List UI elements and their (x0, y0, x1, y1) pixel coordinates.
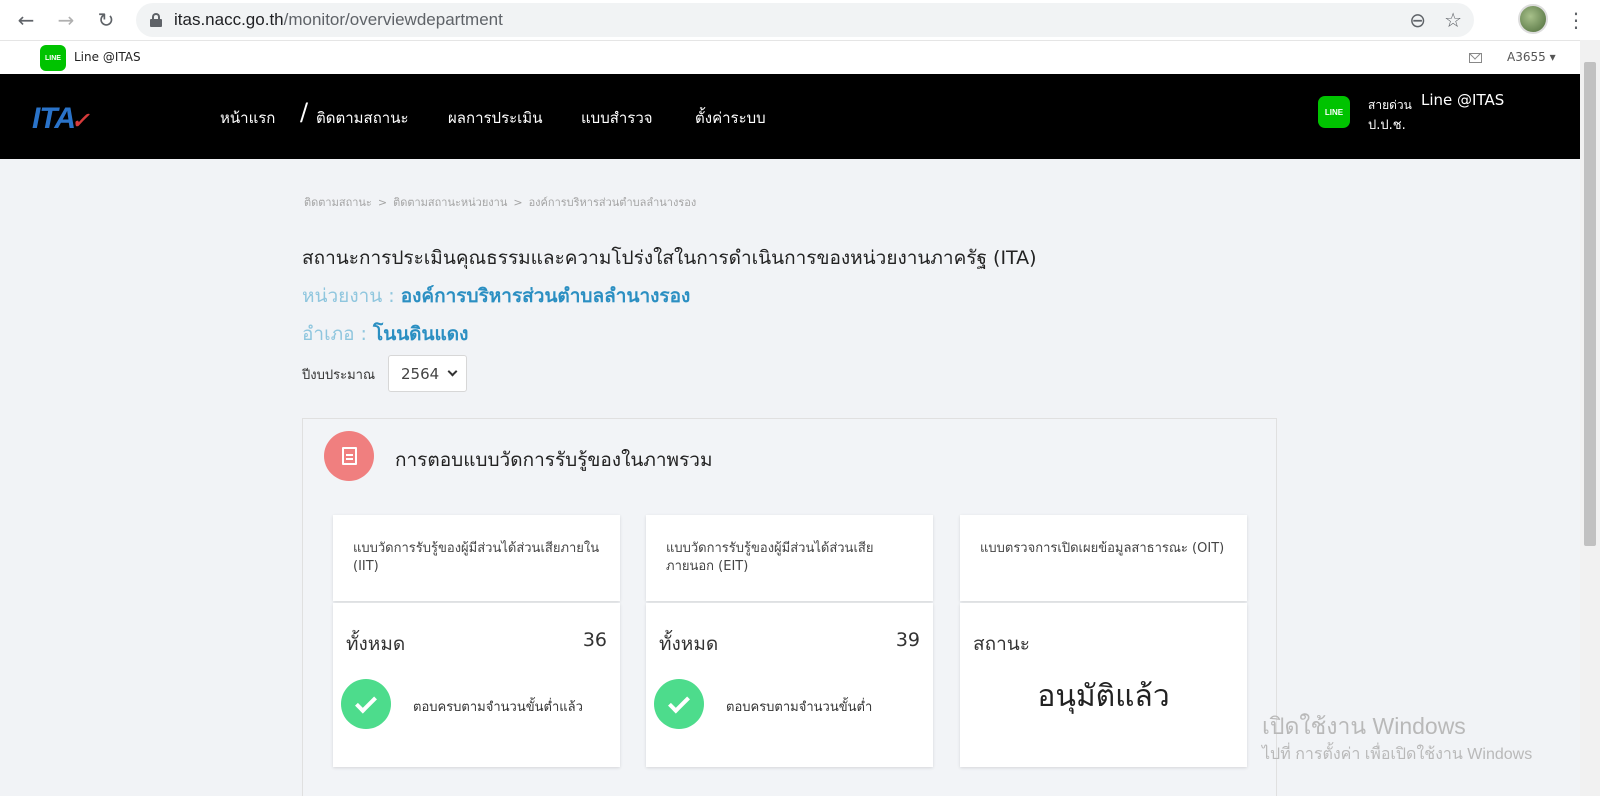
iit-card-body[interactable]: ทั้งหมด 36 ตอบครบตามจำนวนขั้นต่ำแล้ว (333, 603, 620, 767)
chevron-down-icon (447, 366, 458, 377)
district-value: โนนดินแดง (373, 323, 469, 345)
eit-status-text: ตอบครบตามจำนวนขั้นต่ำ (726, 700, 873, 715)
iit-card-title: แบบวัดการรับรู้ของผู้มีส่วนได้ส่วนเสียภา… (333, 515, 620, 601)
top-strip: LINE Line @ITAS A3655 ▾ (0, 40, 1580, 74)
eit-total-count: 39 (895, 629, 920, 651)
document-icon (324, 431, 374, 481)
reload-button[interactable]: ↻ (86, 0, 126, 40)
oit-card-title: แบบตรวจการเปิดเผยข้อมูลสาธารณะ (OIT) (960, 515, 1247, 601)
page-scrollbar[interactable] (1580, 40, 1600, 796)
oit-status-value: อนุมัติแล้ว (1037, 679, 1170, 714)
eit-card-body[interactable]: ทั้งหมด 39 ตอบครบตามจำนวนขั้นต่ำ (646, 603, 933, 767)
check-circle-icon (341, 679, 391, 729)
check-logo-icon: ✓ (71, 108, 89, 133)
address-bar[interactable]: itas.nacc.go.th/monitor/overviewdepartme… (136, 3, 1474, 37)
hotline-line-id[interactable]: Line @ITAS (1421, 91, 1504, 109)
year-label: ปีงบประมาณ (302, 368, 375, 383)
ita-logo[interactable]: ITA✓ (32, 102, 90, 136)
breadcrumb-item: องค์การบริหารส่วนตำบลลำนางรอง (528, 196, 697, 209)
iit-total-count: 36 (582, 629, 607, 651)
iit-total-label: ทั้งหมด (346, 633, 406, 655)
year-select[interactable]: 2564 (388, 355, 467, 392)
agency-row: หน่วยงาน : องค์การบริหารส่วนตำบลลำนางรอง (302, 281, 690, 311)
arrow-left-icon: ← (17, 8, 35, 32)
browser-toolbar: ← → ↻ itas.nacc.go.th/monitor/overviewde… (0, 0, 1600, 40)
nav-item-results[interactable]: ผลการประเมิน (448, 106, 542, 130)
windows-activation-title: เปิดใช้งาน Windows (1262, 713, 1466, 739)
nav-slash: / (300, 98, 309, 126)
breadcrumb: ติดตามสถานะ > ติดตามสถานะหน่วยงาน > องค์การบ… (304, 196, 697, 209)
line-label[interactable]: Line @ITAS (74, 50, 141, 64)
breadcrumb-item[interactable]: ติดตามสถานะหน่วยงาน (393, 196, 507, 209)
star-icon[interactable]: ☆ (1444, 8, 1462, 32)
line-hotline-icon[interactable]: LINE (1318, 96, 1350, 128)
eit-card-title: แบบวัดการรับรู้ของผู้มีส่วนได้ส่วนเสียภา… (646, 515, 933, 601)
agency-label: หน่วยงาน : (302, 285, 401, 307)
iit-status-text: ตอบครบตามจำนวนขั้นต่ำแล้ว (413, 700, 583, 715)
forward-button[interactable]: → (46, 0, 86, 40)
line-logo-icon[interactable]: LINE (40, 45, 66, 71)
panel-title: การตอบแบบวัดการรับรู้ของในภาพรวม (395, 449, 713, 471)
oit-card-body[interactable]: สถานะ อนุมัติแล้ว (960, 603, 1247, 767)
hotline-label: สายด่วน (1368, 98, 1412, 112)
year-select-value: 2564 (401, 364, 440, 383)
windows-activation-subtitle: ไปที่ การตั้งค่า เพื่อเปิดใช้งาน Windows (1262, 746, 1533, 763)
arrow-right-icon: → (57, 8, 75, 32)
check-circle-icon (654, 679, 704, 729)
scrollbar-thumb[interactable] (1584, 62, 1596, 546)
nav-item-tracking[interactable]: ติดตามสถานะ (316, 106, 409, 130)
back-button[interactable]: ← (6, 0, 46, 40)
zoom-icon[interactable]: ⊖ (1409, 8, 1426, 32)
breadcrumb-item[interactable]: ติดตามสถานะ (304, 196, 372, 209)
page-title: สถานะการประเมินคุณธรรมและความโปร่งใสในกา… (302, 247, 1037, 269)
nav-item-survey[interactable]: แบบสำรวจ (581, 106, 653, 130)
district-label: อำเภอ : (302, 323, 373, 345)
eit-total-label: ทั้งหมด (659, 633, 719, 655)
more-menu-icon[interactable]: ⋮ (1566, 0, 1586, 40)
agency-value: องค์การบริหารส่วนตำบลลำนางรอง (400, 285, 691, 307)
url-text: itas.nacc.go.th/monitor/overviewdepartme… (174, 10, 503, 30)
main-navbar: ITA✓ หน้าแรก / ติดตามสถานะ ผลการประเมิน … (0, 74, 1580, 159)
user-menu[interactable]: A3655 ▾ (1507, 50, 1556, 64)
profile-avatar[interactable] (1518, 4, 1548, 34)
nav-item-home[interactable]: หน้าแรก (220, 106, 275, 130)
nav-item-settings[interactable]: ตั้งค่าระบบ (695, 106, 766, 130)
overview-panel: การตอบแบบวัดการรับรู้ของในภาพรวม แบบวัดก… (302, 418, 1277, 796)
district-row: อำเภอ : โนนดินแดง (302, 319, 468, 349)
reload-icon: ↻ (97, 8, 115, 32)
url-domain: itas.nacc.go.th (174, 10, 284, 29)
lock-icon (150, 13, 162, 27)
hotline-org: ป.ป.ช. (1368, 118, 1406, 133)
mail-icon[interactable] (1469, 53, 1482, 63)
oit-status-label: สถานะ (973, 633, 1030, 655)
url-path: /monitor/overviewdepartment (283, 10, 503, 29)
